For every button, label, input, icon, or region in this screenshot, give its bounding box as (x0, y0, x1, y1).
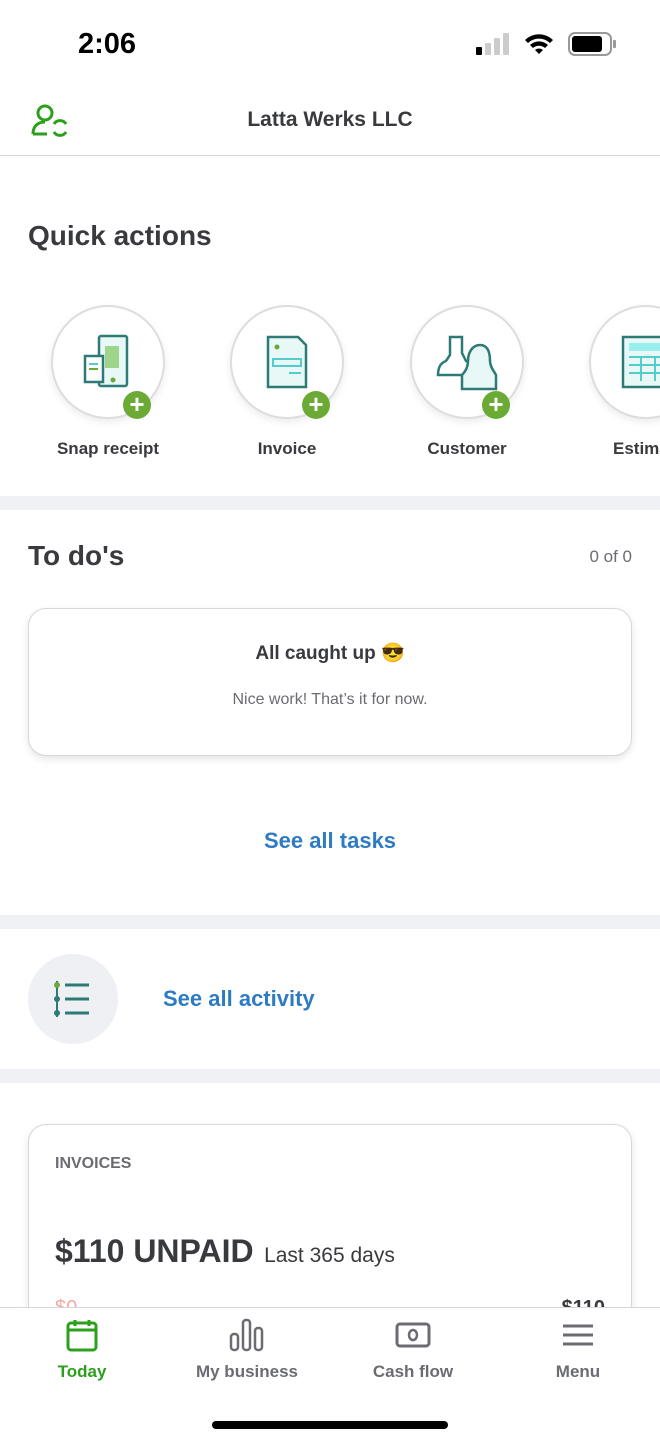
divider (0, 915, 660, 929)
calendar-icon (66, 1320, 98, 1352)
plus-icon: + (302, 391, 330, 419)
estimate-icon (621, 335, 660, 389)
home-indicator[interactable] (212, 1421, 448, 1429)
nav-today[interactable]: Today (12, 1318, 152, 1382)
see-all-activity-link[interactable]: See all activity (163, 986, 315, 1012)
receipt-phone-icon (83, 334, 129, 388)
bottom-nav: Today My business Cash flow Menu (0, 1307, 660, 1443)
quick-action-snap-receipt[interactable]: + Snap receipt (51, 305, 165, 459)
clock: 2:06 (78, 28, 137, 60)
nav-cash-flow[interactable]: Cash flow (343, 1318, 483, 1382)
todos-empty-card: All caught up 😎 Nice work! That’s it for… (28, 608, 632, 756)
invoices-period: Last 365 days (264, 1244, 395, 1267)
quick-action-estimate[interactable]: + Estimate (589, 305, 660, 459)
battery-icon (568, 32, 616, 56)
invoices-amount: $110 UNPAID (55, 1233, 254, 1269)
nav-menu[interactable]: Menu (508, 1318, 648, 1382)
plus-icon: + (123, 391, 151, 419)
customer-icon (436, 335, 498, 391)
plus-icon: + (482, 391, 510, 419)
divider (0, 496, 660, 510)
cash-icon (395, 1322, 431, 1348)
status-bar: 2:06 (0, 0, 660, 90)
divider (0, 1069, 660, 1083)
todos-title: To do's (28, 540, 125, 571)
hamburger-icon (563, 1324, 593, 1346)
bar-chart-icon (229, 1318, 264, 1352)
company-name: Latta Werks LLC (247, 108, 413, 131)
signal-icon (476, 33, 509, 55)
activity-list-icon (54, 981, 89, 1017)
quick-actions-title: Quick actions (28, 220, 212, 251)
see-all-tasks-link[interactable]: See all tasks (0, 828, 660, 854)
activity-icon-circle[interactable] (28, 954, 118, 1044)
app-header: Latta Werks LLC (0, 90, 660, 156)
todos-count: 0 of 0 (589, 547, 632, 566)
quick-action-invoice[interactable]: + Invoice (230, 305, 344, 459)
invoice-icon (266, 335, 308, 389)
quick-action-customer[interactable]: + Customer (410, 305, 524, 459)
wifi-icon (525, 34, 553, 54)
nav-my-business[interactable]: My business (177, 1318, 317, 1382)
